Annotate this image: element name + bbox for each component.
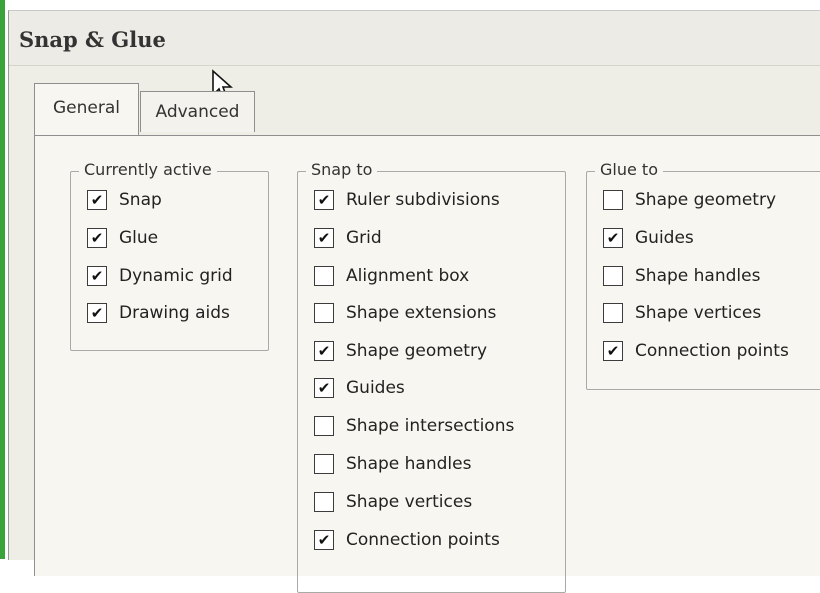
snap-and-glue-dialog: Snap & Glue General Advanced Currently a…: [8, 10, 820, 593]
tab-advanced[interactable]: Advanced: [140, 91, 255, 132]
snap-ruler-subdivisions-row[interactable]: ✔ Ruler subdivisions: [314, 187, 500, 213]
currently-active-group: Currently active ✔ Snap ✔ Glue ✔ Dynamic…: [70, 160, 269, 351]
glue-shape-vertices-label: Shape vertices: [635, 303, 762, 323]
glue-connection-points-checkbox[interactable]: ✔: [603, 341, 623, 361]
snap-grid-row[interactable]: ✔ Grid: [314, 225, 382, 251]
snap-shape-handles-row[interactable]: Shape handles: [314, 451, 471, 477]
glue-to-label: Glue to: [595, 160, 663, 179]
snap-shape-intersections-label: Shape intersections: [346, 416, 515, 436]
glue-shape-handles-row[interactable]: Shape handles: [603, 263, 760, 289]
glue-connection-points-label: Connection points: [635, 341, 789, 361]
snap-alignment-box-label: Alignment box: [346, 266, 470, 286]
dynamic-grid-checkbox[interactable]: ✔: [87, 266, 107, 286]
snap-to-label: Snap to: [306, 160, 378, 179]
glue-shape-geometry-label: Shape geometry: [635, 190, 777, 210]
snap-shape-vertices-label: Shape vertices: [346, 492, 473, 512]
snap-shape-vertices-row[interactable]: Shape vertices: [314, 489, 472, 515]
snap-shape-intersections-checkbox[interactable]: [314, 416, 334, 436]
drawing-aids-checkbox[interactable]: ✔: [87, 303, 107, 323]
snap-label: Snap: [119, 190, 162, 210]
glue-shape-vertices-row[interactable]: Shape vertices: [603, 300, 761, 326]
glue-shape-handles-checkbox[interactable]: [603, 266, 623, 286]
snap-connection-points-row[interactable]: ✔ Connection points: [314, 527, 500, 553]
snap-grid-checkbox[interactable]: ✔: [314, 228, 334, 248]
title-bar[interactable]: Snap & Glue: [9, 11, 820, 66]
glue-to-group: Glue to Shape geometry ✔ Guides Shape ha…: [586, 160, 820, 390]
snap-guides-row[interactable]: ✔ Guides: [314, 375, 405, 401]
glue-connection-points-row[interactable]: ✔ Connection points: [603, 338, 789, 364]
snap-ruler-subdivisions-checkbox[interactable]: ✔: [314, 190, 334, 210]
general-tab-panel: Currently active ✔ Snap ✔ Glue ✔ Dynamic…: [34, 135, 820, 593]
glue-label: Glue: [119, 228, 159, 248]
dialog-title: Snap & Glue: [19, 27, 166, 52]
snap-shape-handles-checkbox[interactable]: [314, 454, 334, 474]
glue-guides-row[interactable]: ✔ Guides: [603, 225, 694, 251]
snap-shape-geometry-row[interactable]: ✔ Shape geometry: [314, 338, 487, 364]
dynamic-grid-label: Dynamic grid: [119, 266, 233, 286]
snap-connection-points-label: Connection points: [346, 530, 500, 550]
glue-shape-vertices-checkbox[interactable]: [603, 303, 623, 323]
background-edge: [0, 0, 5, 559]
snap-connection-points-checkbox[interactable]: ✔: [314, 530, 334, 550]
snap-to-group: Snap to ✔ Ruler subdivisions ✔ Grid Alig…: [297, 160, 566, 593]
glue-checkbox[interactable]: ✔: [87, 228, 107, 248]
snap-guides-checkbox[interactable]: ✔: [314, 378, 334, 398]
snap-guides-label: Guides: [346, 378, 405, 398]
glue-checkbox-row[interactable]: ✔ Glue: [87, 225, 158, 251]
glue-guides-checkbox[interactable]: ✔: [603, 228, 623, 248]
glue-shape-geometry-row[interactable]: Shape geometry: [603, 187, 776, 213]
snap-shape-geometry-checkbox[interactable]: ✔: [314, 341, 334, 361]
dynamic-grid-checkbox-row[interactable]: ✔ Dynamic grid: [87, 263, 233, 289]
glue-guides-label: Guides: [635, 228, 694, 248]
glue-shape-geometry-checkbox[interactable]: [603, 190, 623, 210]
currently-active-label: Currently active: [79, 160, 217, 179]
drawing-aids-checkbox-row[interactable]: ✔ Drawing aids: [87, 300, 230, 326]
snap-alignment-box-checkbox[interactable]: [314, 266, 334, 286]
snap-checkbox-row[interactable]: ✔ Snap: [87, 187, 162, 213]
snap-alignment-box-row[interactable]: Alignment box: [314, 263, 469, 289]
glue-shape-handles-label: Shape handles: [635, 266, 761, 286]
snap-shape-vertices-checkbox[interactable]: [314, 492, 334, 512]
snap-checkbox[interactable]: ✔: [87, 190, 107, 210]
snap-shape-extensions-label: Shape extensions: [346, 303, 497, 323]
drawing-aids-label: Drawing aids: [119, 303, 230, 323]
snap-shape-intersections-row[interactable]: Shape intersections: [314, 413, 514, 439]
snap-shape-extensions-row[interactable]: Shape extensions: [314, 300, 496, 326]
snap-shape-extensions-checkbox[interactable]: [314, 303, 334, 323]
snap-ruler-subdivisions-label: Ruler subdivisions: [346, 190, 500, 210]
snap-shape-handles-label: Shape handles: [346, 454, 472, 474]
snap-shape-geometry-label: Shape geometry: [346, 341, 488, 361]
snap-grid-label: Grid: [346, 228, 382, 248]
tab-general[interactable]: General: [34, 83, 139, 135]
